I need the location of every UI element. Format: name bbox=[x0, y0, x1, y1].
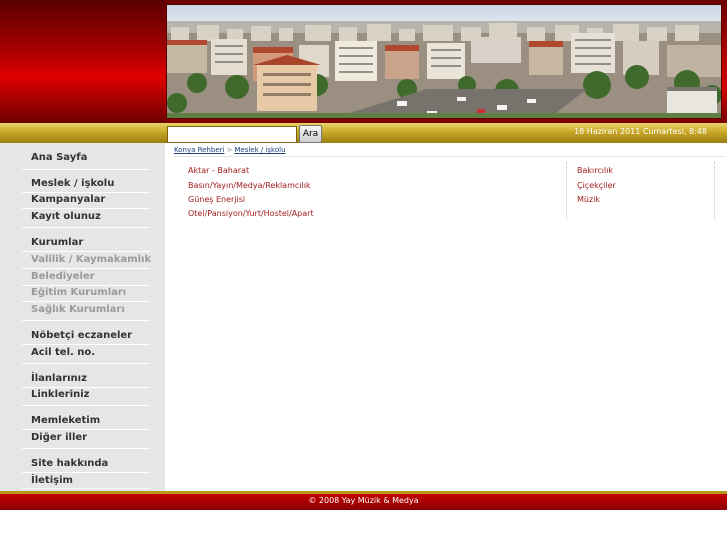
search-input[interactable] bbox=[167, 126, 297, 143]
nav-divider bbox=[22, 320, 150, 321]
category-link[interactable]: Müzik bbox=[577, 195, 600, 204]
nav-divider bbox=[22, 301, 150, 302]
page: Ara 18 Haziran 2011 Cumartesi, 8:48 Ana … bbox=[0, 0, 727, 545]
sidebar-item-municipalities[interactable]: Belediyeler bbox=[31, 271, 95, 282]
nav-divider bbox=[22, 192, 150, 193]
nav-divider bbox=[22, 169, 150, 170]
sidebar-item-register[interactable]: Kayıt olunuz bbox=[31, 211, 101, 222]
sidebar-item-links[interactable]: Linkleriniz bbox=[31, 389, 90, 400]
date-time-display: 18 Haziran 2011 Cumartesi, 8:48 bbox=[574, 127, 707, 136]
category-link[interactable]: Bakırcılık bbox=[577, 166, 613, 175]
category-link[interactable]: Otel/Pansiyon/Yurt/Hostel/Apart bbox=[188, 209, 314, 218]
nav-divider bbox=[22, 387, 150, 388]
breadcrumb-current-link[interactable]: Meslek / işkolu bbox=[234, 146, 285, 154]
nav-divider bbox=[22, 429, 150, 430]
column-divider bbox=[566, 162, 567, 220]
nav-divider bbox=[22, 285, 150, 286]
nav-divider bbox=[22, 488, 150, 489]
nav-divider bbox=[22, 363, 150, 364]
category-link[interactable]: Basın/Yayın/Medya/Reklamcılık bbox=[188, 181, 311, 190]
main-content bbox=[165, 143, 727, 491]
sidebar-item-about[interactable]: Site hakkında bbox=[31, 458, 108, 469]
sidebar-item-profession[interactable]: Meslek / işkolu bbox=[31, 178, 114, 189]
nav-divider bbox=[22, 227, 150, 228]
sidebar-item-campaigns[interactable]: Kampanyalar bbox=[31, 194, 105, 205]
nav-divider bbox=[22, 405, 150, 406]
sidebar-item-governorship[interactable]: Valilik / Kaymakamlık bbox=[31, 254, 151, 265]
breadcrumb: Konya Rehberi > Meslek / işkolu bbox=[174, 146, 286, 154]
sidebar-item-ads[interactable]: İlanlarınız bbox=[31, 373, 87, 384]
city-panorama-photo bbox=[166, 4, 722, 119]
search-button[interactable]: Ara bbox=[299, 125, 322, 143]
sidebar-item-pharmacies[interactable]: Nöbetçi eczaneler bbox=[31, 330, 132, 341]
nav-divider bbox=[22, 208, 150, 209]
sidebar-item-education[interactable]: Eğitim Kurumları bbox=[31, 287, 126, 298]
sidebar-item-hometown[interactable]: Memleketim bbox=[31, 415, 100, 426]
sidebar-item-home[interactable]: Ana Sayfa bbox=[31, 152, 87, 163]
nav-divider bbox=[22, 472, 150, 473]
sidebar-item-institutions[interactable]: Kurumlar bbox=[31, 237, 83, 248]
red-gradient-banner bbox=[0, 0, 165, 123]
sidebar-item-contact[interactable]: İletişim bbox=[31, 475, 73, 486]
sidebar-item-health[interactable]: Sağlık Kurumları bbox=[31, 304, 125, 315]
breadcrumb-separator: > bbox=[226, 146, 233, 154]
category-link[interactable]: Aktar - Baharat bbox=[188, 166, 249, 175]
sidebar-item-other-cities[interactable]: Diğer iller bbox=[31, 432, 87, 443]
sidebar-item-emergency[interactable]: Acil tel. no. bbox=[31, 347, 95, 358]
breadcrumb-divider bbox=[174, 156, 724, 157]
nav-divider bbox=[22, 344, 150, 345]
nav-divider bbox=[22, 268, 150, 269]
footer-copyright: © 2008 Yay Müzik & Medya bbox=[308, 496, 419, 505]
category-link[interactable]: Çiçekçiler bbox=[577, 181, 616, 190]
column-divider bbox=[714, 162, 715, 220]
category-link[interactable]: Güneş Enerjisi bbox=[188, 195, 245, 204]
nav-divider bbox=[22, 251, 150, 252]
nav-divider bbox=[22, 448, 150, 449]
breadcrumb-root-link[interactable]: Konya Rehberi bbox=[174, 146, 224, 154]
